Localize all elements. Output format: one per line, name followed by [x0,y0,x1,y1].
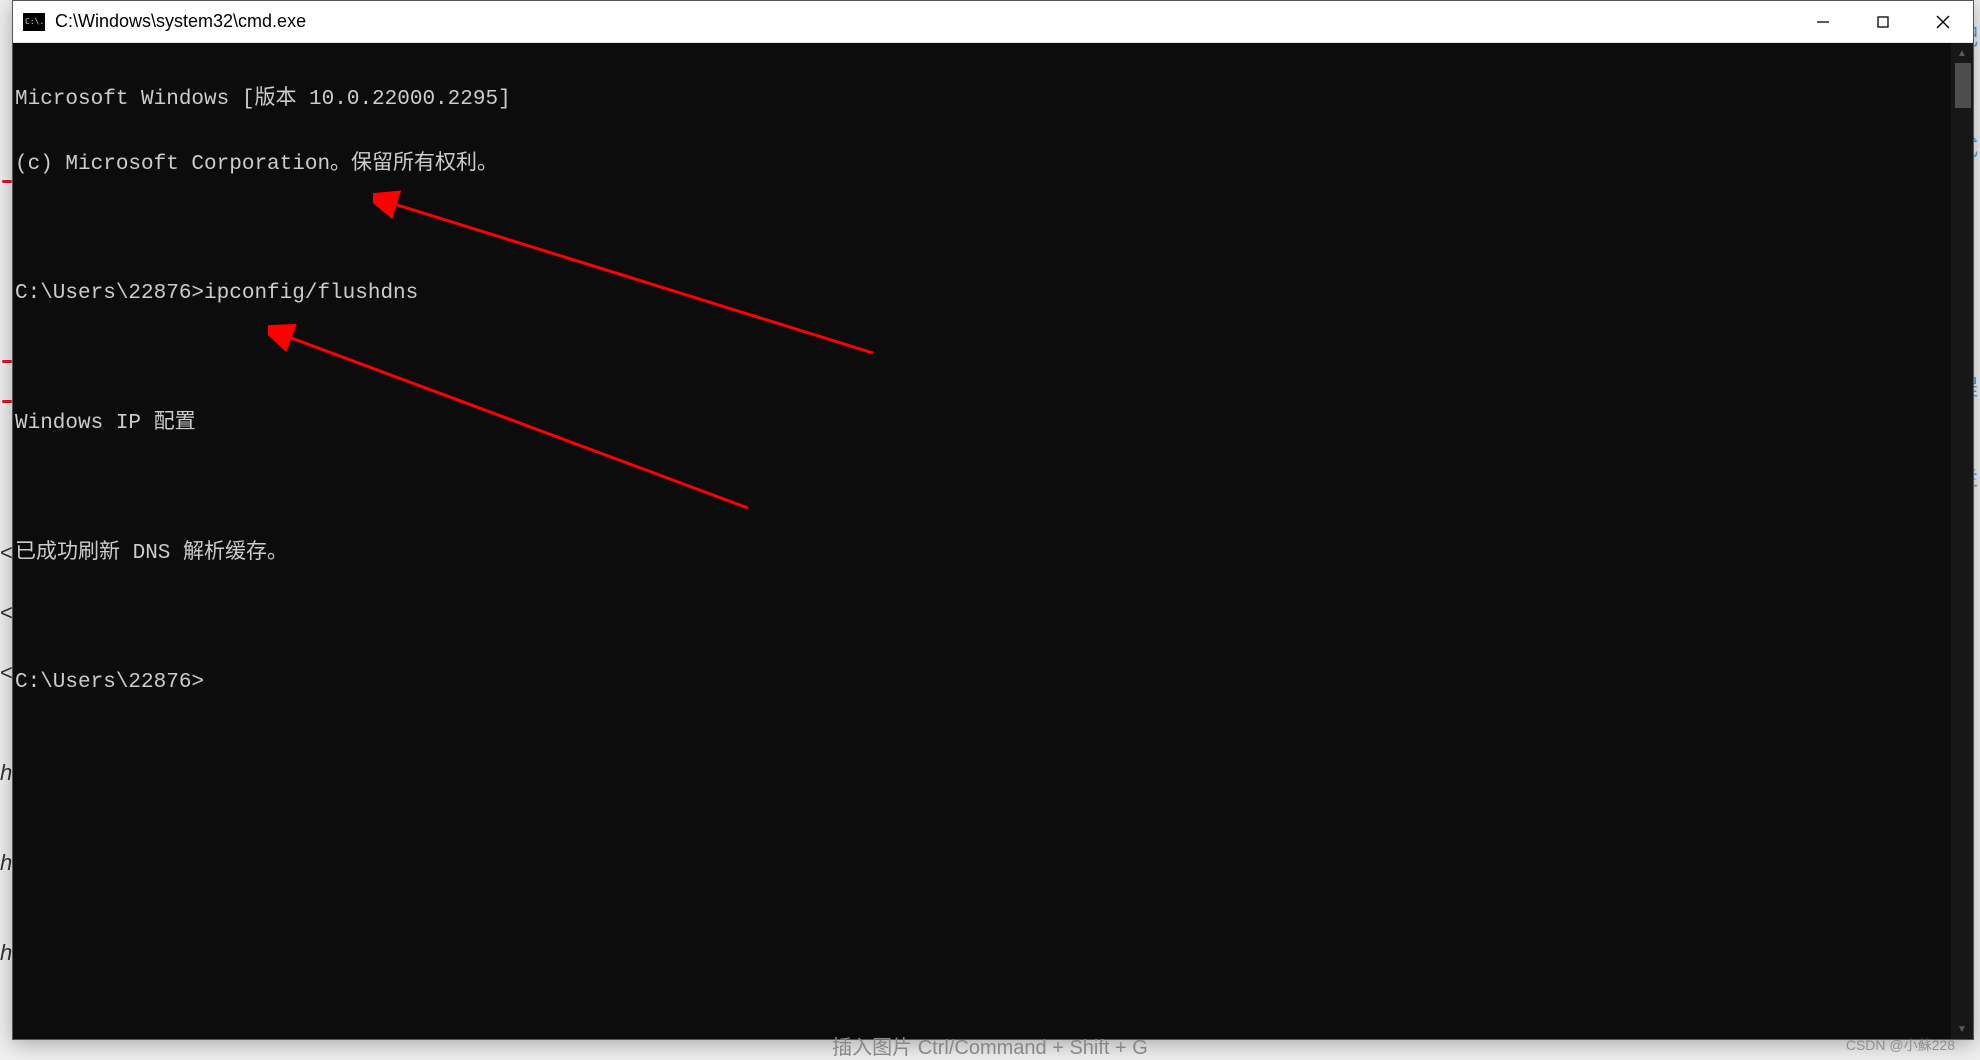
editor-bottom-hint: 插入图片 Ctrl/Command + Shift + G [832,1031,1148,1060]
terminal-line [15,343,1973,375]
watermark: CSDN @小蘇228 [1846,1035,1955,1055]
terminal-content[interactable]: Microsoft Windows [版本 10.0.22000.2295] (… [13,43,1973,765]
terminal-area[interactable]: Microsoft Windows [版本 10.0.22000.2295] (… [13,43,1973,1039]
terminal-line [15,214,1973,246]
terminal-line: C:\Users\22876>ipconfig/flushdns [15,278,1973,311]
window-controls [1793,1,1973,42]
terminal-line: Microsoft Windows [版本 10.0.22000.2295] [15,84,1973,117]
maximize-button[interactable] [1853,1,1913,42]
terminal-line: 已成功刷新 DNS 解析缓存。 [15,538,1973,571]
close-button[interactable] [1913,1,1973,42]
terminal-line: (c) Microsoft Corporation。保留所有权利。 [15,149,1973,182]
bg-char: < [0,540,13,566]
bg-char: < [0,660,13,686]
cmd-icon: C:\. [23,13,45,31]
cmd-window: C:\. C:\Windows\system32\cmd.exe Microso… [12,0,1974,1040]
scrollbar[interactable]: ▲ ▼ [1951,43,1973,1039]
terminal-line [15,603,1973,635]
window-title: C:\Windows\system32\cmd.exe [55,11,1793,32]
minimize-icon [1816,15,1830,29]
bg-char: < [0,600,13,626]
terminal-line [15,473,1973,505]
terminal-line: Windows IP 配置 [15,408,1973,441]
scrollbar-up-icon[interactable]: ▲ [1951,43,1973,63]
titlebar[interactable]: C:\. C:\Windows\system32\cmd.exe [13,1,1973,43]
maximize-icon [1876,15,1890,29]
scrollbar-thumb[interactable] [1955,63,1971,108]
close-icon [1936,15,1950,29]
minimize-button[interactable] [1793,1,1853,42]
terminal-line: C:\Users\22876> [15,667,1973,700]
